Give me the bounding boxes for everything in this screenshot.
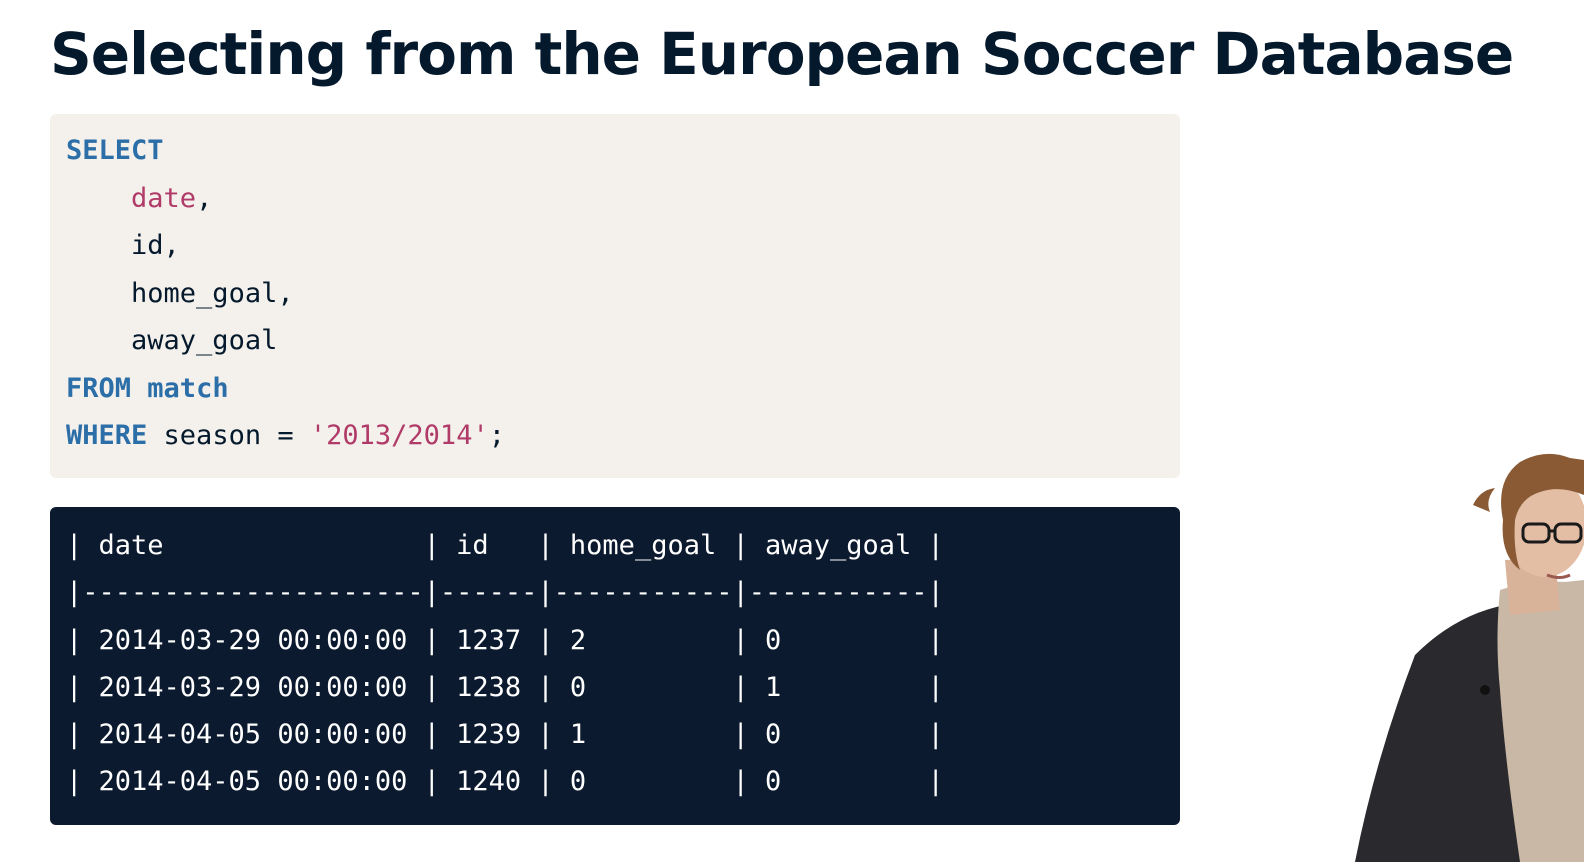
column-suffix: , xyxy=(277,277,294,309)
code-line-from: FROM match xyxy=(66,370,1180,418)
presenter-video xyxy=(1355,440,1584,862)
result-row: | 2014-04-05 00:00:00 | 1240 | 0 | 0 | xyxy=(66,766,944,798)
where-operator: = xyxy=(277,420,294,451)
select-keyword: SELECT xyxy=(66,135,164,166)
result-header-row: | date | id | home_goal | away_goal | xyxy=(66,530,944,561)
column-name: id xyxy=(131,230,164,261)
where-keyword: WHERE xyxy=(66,420,148,451)
code-line-where: WHERE season = '2013/2014'; xyxy=(66,417,1180,465)
column-name: date xyxy=(131,182,197,214)
statement-terminator: ; xyxy=(488,420,505,451)
code-line-column: home_goal, xyxy=(66,275,1180,323)
where-value: '2013/2014' xyxy=(309,420,489,451)
where-column: season xyxy=(163,420,262,451)
query-result-block: | date | id | home_goal | away_goal | |-… xyxy=(50,507,1180,825)
code-line-select: SELECT xyxy=(66,132,1180,180)
table-name: match xyxy=(147,372,229,404)
presenter-illustration xyxy=(1355,453,1584,862)
slide: Selecting from the European Soccer Datab… xyxy=(0,0,1584,862)
result-row: | 2014-03-29 00:00:00 | 1237 | 2 | 0 | xyxy=(66,624,944,656)
result-row: | 2014-03-29 00:00:00 | 1238 | 0 | 1 | xyxy=(66,671,944,703)
code-line-column: id, xyxy=(66,227,1180,275)
sql-code-block: SELECT date, id, home_goal, away_goal FR… xyxy=(50,114,1180,478)
code-line-column: date, xyxy=(66,180,1180,228)
from-keyword: FROM xyxy=(66,372,132,404)
result-separator-row: |---------------------|------|----------… xyxy=(66,577,944,609)
column-name: away_goal xyxy=(131,325,278,356)
column-name: home_goal xyxy=(131,277,278,309)
column-suffix: , xyxy=(163,230,180,261)
result-row: | 2014-04-05 00:00:00 | 1239 | 1 | 0 | xyxy=(66,719,944,751)
code-line-column: away_goal xyxy=(66,322,1180,370)
column-suffix: , xyxy=(196,182,213,214)
slide-title: Selecting from the European Soccer Datab… xyxy=(50,20,1514,88)
